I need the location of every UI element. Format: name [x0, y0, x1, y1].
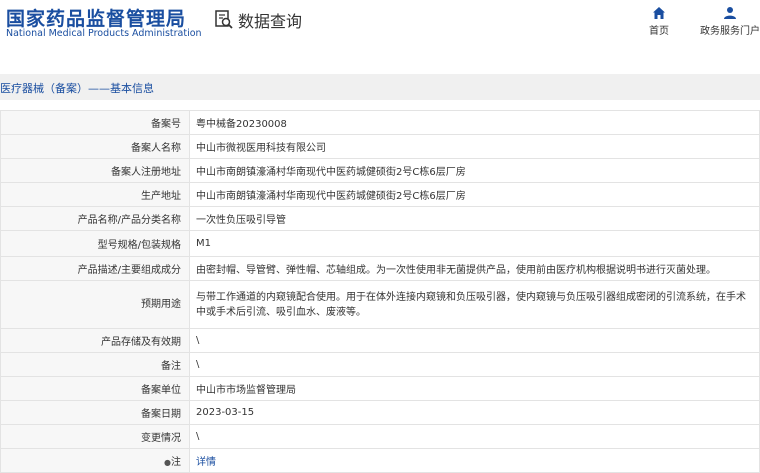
- table-row: 型号规格/包装规格 M1: [0, 230, 760, 257]
- row-label: 产品名称/产品分类名称: [0, 206, 190, 231]
- row-label: 备案日期: [0, 400, 190, 425]
- details-link[interactable]: 详情: [196, 457, 216, 468]
- table-row: 备注 \: [0, 352, 760, 377]
- row-label-text: 注: [171, 457, 181, 468]
- table-row: 预期用途 与带工作通道的内窥镜配合使用。用于在体外连接内窥镜和负压吸引器，使内窥…: [0, 280, 760, 329]
- table-row: 产品描述/主要组成成分 由密封帽、导管臂、弹性帽、芯轴组成。为一次性使用非无菌提…: [0, 256, 760, 281]
- nav-gov-portal[interactable]: 政务服务门户: [699, 6, 760, 37]
- table-row: 备案单位 中山市市场监督管理局: [0, 376, 760, 401]
- table-row: 变更情况 \: [0, 424, 760, 449]
- section-title: 医疗器械（备案）——基本信息: [0, 82, 154, 95]
- section-header: 医疗器械（备案）——基本信息: [0, 74, 760, 100]
- table-row: 备案号 粤中械备20230008: [0, 110, 760, 135]
- search-document-icon: [215, 10, 233, 29]
- row-value: 中山市南朗镇濠涌村华南现代中医药城健硕街2号C栋6层厂房: [189, 158, 760, 183]
- nav-gov-label: 政务服务门户: [700, 26, 760, 37]
- row-value: 与带工作通道的内窥镜配合使用。用于在体外连接内窥镜和负压吸引器，使内窥镜与负压吸…: [189, 280, 760, 329]
- table-row: 产品存储及有效期 \: [0, 328, 760, 353]
- row-value: 中山市微视医用科技有限公司: [189, 134, 760, 159]
- row-label: 预期用途: [0, 280, 190, 329]
- data-query-label: 数据查询: [238, 12, 303, 31]
- nav-home-label: 首页: [649, 26, 669, 37]
- row-value: 中山市市场监督管理局: [189, 376, 760, 401]
- page-header: 国家药品监督管理局 National Medical Products Admi…: [0, 0, 760, 60]
- row-label: 备案号: [0, 110, 190, 135]
- row-label: 产品描述/主要组成成分: [0, 256, 190, 281]
- row-value: \: [189, 424, 760, 449]
- row-value: \: [189, 328, 760, 353]
- row-label: 型号规格/包装规格: [0, 230, 190, 257]
- info-table: 备案号 粤中械备20230008 备案人名称 中山市微视医用科技有限公司 备案人…: [0, 110, 760, 473]
- row-label: 备注: [0, 352, 190, 377]
- nav-home[interactable]: 首页: [646, 6, 672, 37]
- data-query-title: 数据查询: [214, 8, 302, 32]
- row-value: 一次性负压吸引导管: [189, 206, 760, 231]
- row-label-note: ●注: [0, 448, 190, 473]
- logo-title-cn[interactable]: 国家药品监督管理局: [6, 4, 186, 31]
- table-row: 备案人名称 中山市微视医用科技有限公司: [0, 134, 760, 159]
- row-label: 备案人名称: [0, 134, 190, 159]
- table-row: 生产地址 中山市南朗镇濠涌村华南现代中医药城健硕街2号C栋6层厂房: [0, 182, 760, 207]
- row-label: 备案人注册地址: [0, 158, 190, 183]
- row-label: 备案单位: [0, 376, 190, 401]
- row-label: 生产地址: [0, 182, 190, 207]
- table-row: 产品名称/产品分类名称 一次性负压吸引导管: [0, 206, 760, 231]
- table-row: 备案人注册地址 中山市南朗镇濠涌村华南现代中医药城健硕街2号C栋6层厂房: [0, 158, 760, 183]
- row-value: 中山市南朗镇濠涌村华南现代中医药城健硕街2号C栋6层厂房: [189, 182, 760, 207]
- table-row: ●注 详情: [0, 448, 760, 473]
- table-row: 备案日期 2023-03-15: [0, 400, 760, 425]
- row-value: 2023-03-15: [189, 400, 760, 425]
- bullet-icon: ●: [164, 458, 171, 467]
- user-icon: [724, 7, 736, 19]
- logo-title-en[interactable]: National Medical Products Administration: [6, 28, 202, 39]
- row-value: 由密封帽、导管臂、弹性帽、芯轴组成。为一次性使用非无菌提供产品，使用前由医疗机构…: [189, 256, 760, 281]
- row-value: \: [189, 352, 760, 377]
- row-value: M1: [189, 230, 760, 257]
- row-value: 粤中械备20230008: [189, 110, 760, 135]
- row-label: 产品存储及有效期: [0, 328, 190, 353]
- row-value: 详情: [189, 448, 760, 473]
- home-icon: [653, 7, 665, 19]
- row-label: 变更情况: [0, 424, 190, 449]
